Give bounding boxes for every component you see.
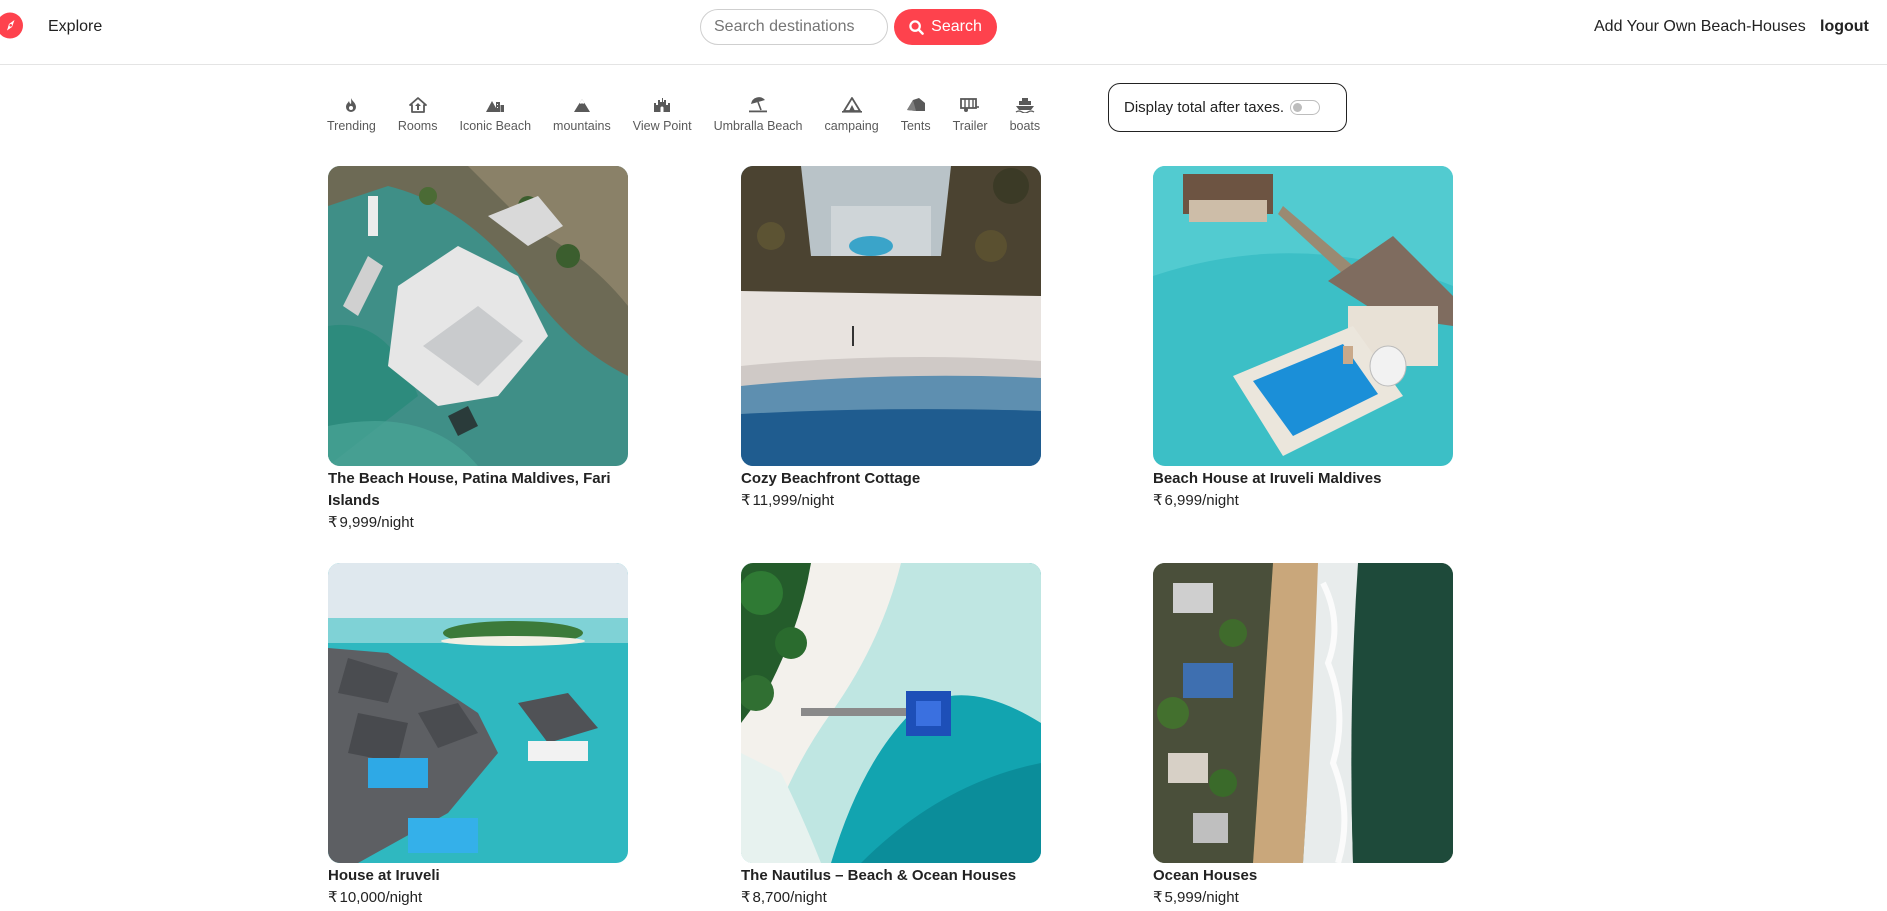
tent-icon [906, 98, 925, 111]
filter-label: Rooms [397, 119, 438, 133]
search-icon [909, 19, 924, 35]
listing-card[interactable]: The Beach House, Patina Maldives, Fari I… [328, 166, 628, 534]
listing-price: ₹8,700/night [741, 887, 1041, 909]
search-button-label: Search [931, 18, 982, 35]
filter-tents[interactable]: Tents [901, 96, 931, 136]
compass-logo-icon[interactable] [0, 12, 26, 39]
price-value: 9,999 [339, 514, 378, 531]
price-unit: /night [797, 492, 835, 509]
listing-title: Cozy Beachfront Cottage [741, 470, 921, 487]
filter-umbralla-beach[interactable]: Umbralla Beach [714, 96, 803, 136]
filter-label: Trending [327, 119, 376, 133]
price-unit: /night [790, 889, 827, 906]
filter-label: Umbralla Beach [713, 119, 803, 133]
listing-image[interactable] [328, 563, 628, 863]
listing-card[interactable]: Ocean Houses ₹5,999/night [1153, 563, 1453, 909]
explore-link[interactable]: Explore [48, 18, 102, 36]
price-unit: /night [377, 514, 414, 531]
tax-toggle-box: Display total after taxes. [1108, 83, 1347, 132]
filter-campaing[interactable]: campaing [825, 96, 879, 136]
navbar: Explore Search Add Your Own Beach-Houses… [0, 0, 1887, 65]
price-value: 5,999 [1164, 889, 1203, 906]
price-value: 11,999 [752, 492, 798, 509]
listing-price: ₹9,999/night [328, 512, 628, 534]
filter-boats[interactable]: boats [1009, 96, 1041, 136]
currency-symbol: ₹ [328, 889, 338, 906]
listing-image[interactable] [741, 166, 1041, 466]
listing-image[interactable] [741, 563, 1041, 863]
price-unit: /night [1202, 492, 1239, 509]
price-unit: /night [1202, 889, 1239, 906]
listing-title: Beach House at Iruveli Maldives [1153, 470, 1382, 487]
filter-view-point[interactable]: View Point [633, 96, 692, 136]
listing-image[interactable] [1153, 563, 1453, 863]
currency-symbol: ₹ [741, 492, 751, 509]
filter-mountains[interactable]: mountains [553, 96, 611, 136]
currency-symbol: ₹ [1153, 492, 1163, 509]
listing-card[interactable]: Cozy Beachfront Cottage ₹11,999/night [741, 166, 1041, 512]
listing-title: The Beach House, Patina Maldives, Fari I… [328, 470, 611, 509]
listing-card[interactable]: Beach House at Iruveli Maldives ₹6,999/n… [1153, 166, 1453, 512]
umbrella-beach-icon [749, 97, 768, 113]
tax-toggle-label: Display total after taxes. [1124, 99, 1285, 116]
listing-image[interactable] [328, 166, 628, 466]
campground-icon [841, 97, 862, 113]
filter-label: Iconic Beach [459, 119, 532, 133]
filter-iconic-beach[interactable]: Iconic Beach [459, 96, 531, 136]
logout-link[interactable]: logout [1820, 18, 1869, 36]
listing-title: Ocean Houses [1153, 867, 1258, 884]
category-filters: Trending Rooms Iconic Beach mountains Vi… [327, 96, 1040, 136]
listing-title: House at Iruveli [328, 867, 440, 884]
listing-card[interactable]: The Nautilus – Beach & Ocean Houses ₹8,7… [741, 563, 1041, 909]
listing-card[interactable]: House at Iruveli ₹10,000/night [328, 563, 628, 909]
listing-image[interactable] [1153, 166, 1453, 466]
filter-rooms[interactable]: Rooms [397, 96, 438, 136]
mountain-icon [573, 98, 590, 112]
filter-label: Trailer [952, 119, 988, 133]
mountain-city-icon [486, 101, 505, 112]
listing-price: ₹11,999/night [741, 490, 1041, 512]
tax-toggle-switch[interactable] [1290, 100, 1321, 115]
listing-price: ₹5,999/night [1153, 887, 1453, 909]
price-unit: /night [385, 889, 423, 906]
currency-symbol: ₹ [1153, 889, 1163, 906]
filter-label: mountains [553, 119, 611, 133]
filter-trending[interactable]: Trending [327, 96, 376, 136]
filter-label: View Point [632, 119, 692, 133]
filter-label: campaing [824, 119, 879, 133]
currency-symbol: ₹ [328, 514, 338, 531]
currency-symbol: ₹ [741, 889, 751, 906]
price-value: 6,999 [1164, 492, 1203, 509]
home-icon [408, 97, 427, 113]
ship-icon [1015, 98, 1035, 113]
filter-trailer[interactable]: Trailer [953, 96, 988, 136]
filter-label: boats [1009, 119, 1041, 133]
castle-icon [654, 98, 671, 112]
filter-label: Tents [900, 119, 931, 133]
add-listing-link[interactable]: Add Your Own Beach-Houses [1594, 18, 1806, 36]
search-button[interactable]: Search [894, 9, 997, 45]
listing-price: ₹10,000/night [328, 887, 628, 909]
listing-title: The Nautilus – Beach & Ocean Houses [741, 867, 1017, 884]
fire-icon [346, 98, 357, 112]
listing-price: ₹6,999/night [1153, 490, 1453, 512]
search-input[interactable] [700, 9, 888, 45]
trailer-icon [960, 98, 980, 112]
price-value: 8,700 [752, 889, 791, 906]
price-value: 10,000 [339, 889, 386, 906]
